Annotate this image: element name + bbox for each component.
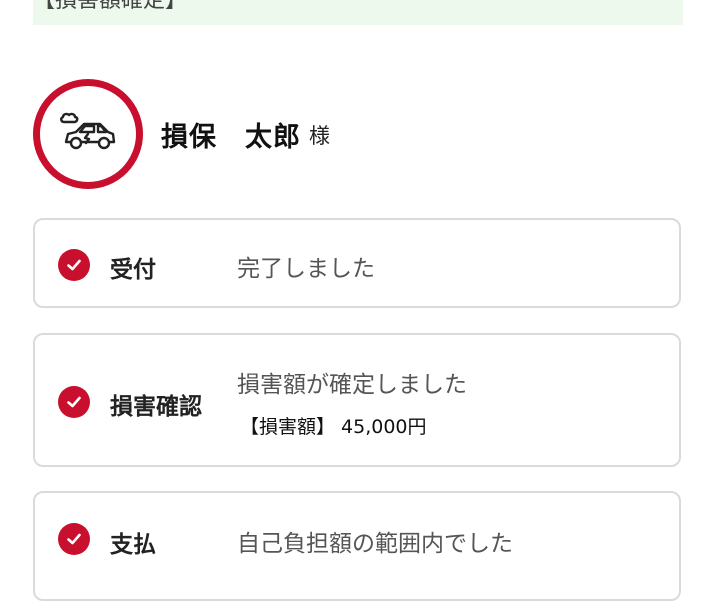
customer-honorific: 様 (309, 124, 330, 148)
step-status: 自己負担額の範囲内でした (237, 531, 513, 557)
step-label: 損害確認 (110, 394, 202, 420)
customer-profile: 損保 太郎 様 (33, 74, 330, 194)
customer-name: 損保 太郎 (161, 121, 301, 153)
step-card-payment: 支払 自己負担額の範囲内でした (33, 491, 681, 601)
status-banner-text: 【損害額確定】 (33, 0, 188, 13)
step-card-damage-assessment: 損害確認 損害額が確定しました 【損害額】 45,000円 (33, 333, 681, 467)
damage-amount: 【損害額】 45,000円 (240, 416, 427, 438)
step-label: 支払 (110, 532, 156, 558)
check-circle-icon (58, 386, 90, 418)
check-circle-icon (58, 249, 90, 281)
step-label: 受付 (110, 257, 156, 283)
step-card-reception: 受付 完了しました (33, 218, 681, 308)
status-banner: 【損害額確定】 (33, 0, 683, 25)
step-status: 完了しました (237, 256, 375, 282)
avatar (33, 79, 143, 189)
step-status: 損害額が確定しました (237, 372, 467, 398)
car-accident-icon (58, 112, 118, 156)
check-circle-icon (58, 523, 90, 555)
